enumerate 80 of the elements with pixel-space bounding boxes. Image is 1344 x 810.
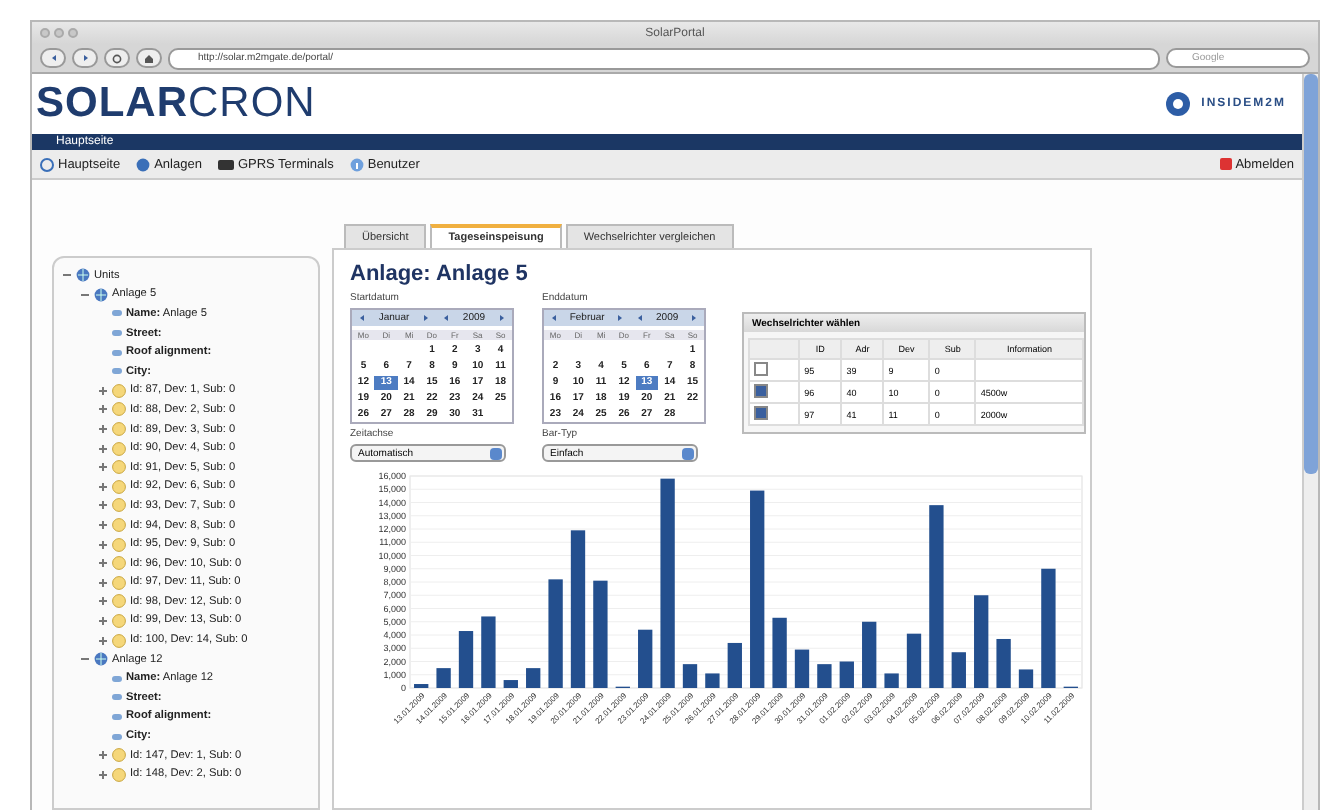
bar [817,664,832,688]
circle-icon [112,383,126,398]
expand-icon[interactable] [98,500,108,511]
bullet-icon [112,733,122,740]
expand-icon[interactable] [98,520,108,531]
bar [772,617,787,688]
info-icon [349,157,364,171]
circle-icon [112,460,126,475]
back-button[interactable] [40,48,66,68]
expand-icon[interactable] [98,635,108,646]
globe-icon [76,268,90,283]
bar [1041,568,1056,688]
next-icon[interactable] [81,54,89,62]
previous-icon[interactable] [49,54,57,62]
circle-icon [112,422,126,437]
expand-icon[interactable] [98,750,108,761]
expand-icon[interactable] [98,462,108,473]
bar [974,595,989,688]
logout-icon [1219,158,1232,170]
logo: SOLARCRON [36,80,316,128]
scrollbar[interactable] [1302,74,1318,810]
circle-icon [112,537,126,552]
expand-icon[interactable] [98,539,108,550]
bar [503,680,518,688]
bullet-icon [112,368,122,375]
circle-icon [112,633,126,648]
collapse-icon[interactable] [80,654,90,665]
bar [884,673,899,688]
reload-button[interactable] [104,48,130,68]
bullet-icon [112,694,122,701]
reload-icon [112,53,122,63]
circle-icon [40,157,54,171]
circle-icon [112,518,126,533]
bullet-icon [112,675,122,682]
circle-icon [112,575,126,590]
circle-icon [112,556,126,571]
globe-icon [94,652,108,667]
bar [436,668,451,688]
circle-icon [112,498,126,513]
bar [481,616,496,688]
expand-icon[interactable] [98,481,108,492]
dropdown-arrow-icon [682,448,694,460]
dropdown-arrow-icon [490,448,502,460]
globe-icon [136,157,151,171]
home-icon [144,53,154,63]
bullet-icon [112,349,122,356]
circle-icon [112,767,126,782]
expand-icon[interactable] [98,615,108,626]
bar [996,639,1011,688]
checkbox[interactable] [754,384,768,398]
bar [548,579,563,688]
bar [526,668,541,688]
bar [705,673,720,688]
checkbox[interactable] [754,406,768,420]
circle-icon [112,594,126,609]
circle-icon [112,613,126,628]
bullet-icon [112,713,122,720]
bar [862,621,877,688]
bar [638,629,653,688]
checkbox[interactable] [754,362,768,376]
bullet-icon [112,310,122,317]
circle-icon [112,748,126,763]
scrollbar-thumb[interactable] [1304,74,1318,474]
expand-icon[interactable] [98,769,108,780]
circle-icon [112,402,126,417]
globe-icon [94,287,108,302]
circle-icon [112,479,126,494]
expand-icon[interactable] [98,596,108,607]
expand-icon[interactable] [98,558,108,569]
expand-icon[interactable] [98,424,108,435]
circle-icon [112,441,126,456]
bar [593,580,608,688]
page-title: Anlage: Anlage 5 [350,262,530,286]
expand-icon[interactable] [98,385,108,396]
expand-icon[interactable] [98,404,108,415]
device-icon [217,159,234,169]
bullet-icon [112,330,122,337]
expand-icon[interactable] [98,443,108,454]
home-button[interactable] [136,48,162,68]
expand-icon[interactable] [98,577,108,588]
